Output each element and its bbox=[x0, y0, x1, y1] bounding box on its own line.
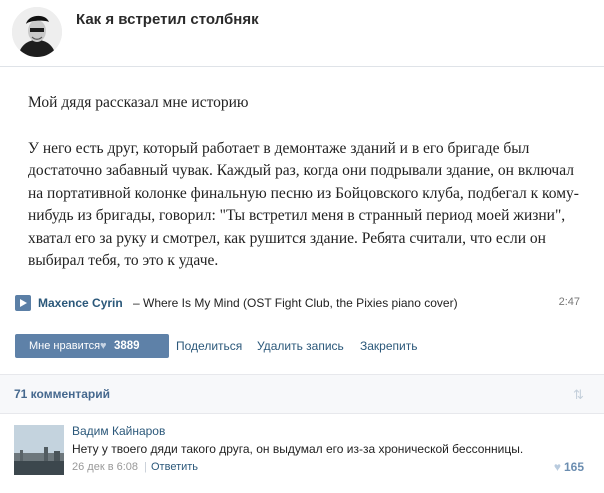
post-header: Как я встретил столбняк bbox=[0, 0, 604, 67]
post-paragraph: Мой дядя рассказал мне историю bbox=[28, 94, 249, 111]
reply-link[interactable]: Ответить bbox=[151, 461, 198, 473]
heart-icon: ♥ bbox=[553, 460, 561, 474]
separator: | bbox=[144, 461, 147, 473]
like-button[interactable]: Мне нравится ♥ 3889 bbox=[15, 334, 169, 358]
audio-duration: 2:47 bbox=[558, 296, 580, 308]
commenter-avatar[interactable] bbox=[14, 425, 64, 475]
like-count: 3889 bbox=[114, 340, 140, 352]
audio-title: – Where Is My Mind (OST Fight Club, the … bbox=[133, 296, 458, 310]
comment-text: Нету у твоего дяди такого друга, он выду… bbox=[72, 442, 524, 456]
comment-date[interactable]: 26 дек в 6:08 bbox=[72, 461, 138, 473]
comments-header: 71 комментарий ⇅ bbox=[0, 375, 604, 414]
pin-post-link[interactable]: Закрепить bbox=[360, 339, 417, 353]
comment-item: Вадим Кайнаров Нету у твоего дяди такого… bbox=[0, 414, 604, 493]
comment-author[interactable]: Вадим Кайнаров bbox=[72, 424, 165, 438]
audio-artist[interactable]: Maxence Cyrin bbox=[38, 296, 123, 310]
play-icon[interactable] bbox=[15, 295, 31, 311]
heart-icon: ♥ bbox=[100, 340, 107, 352]
post-body: Мой дядя рассказал мне историю У него ес… bbox=[28, 92, 580, 273]
audio-attachment: Maxence Cyrin – Where Is My Mind (OST Fi… bbox=[15, 294, 585, 314]
post-paragraph: У него есть друг, который работает в дем… bbox=[28, 139, 579, 270]
post-actions: Мне нравится ♥ 3889 Поделиться Удалить з… bbox=[15, 334, 595, 358]
like-label: Мне нравится bbox=[29, 340, 101, 352]
group-avatar[interactable] bbox=[12, 7, 62, 57]
group-title[interactable]: Как я встретил столбняк bbox=[76, 11, 259, 28]
delete-post-link[interactable]: Удалить запись bbox=[257, 339, 344, 353]
comments-count[interactable]: 71 комментарий bbox=[14, 387, 110, 401]
sort-icon[interactable]: ⇅ bbox=[573, 388, 587, 402]
comment-like-count: 165 bbox=[563, 460, 584, 474]
comment-like-button[interactable]: ♥ 165 bbox=[554, 460, 584, 474]
share-link[interactable]: Поделиться bbox=[176, 339, 242, 353]
